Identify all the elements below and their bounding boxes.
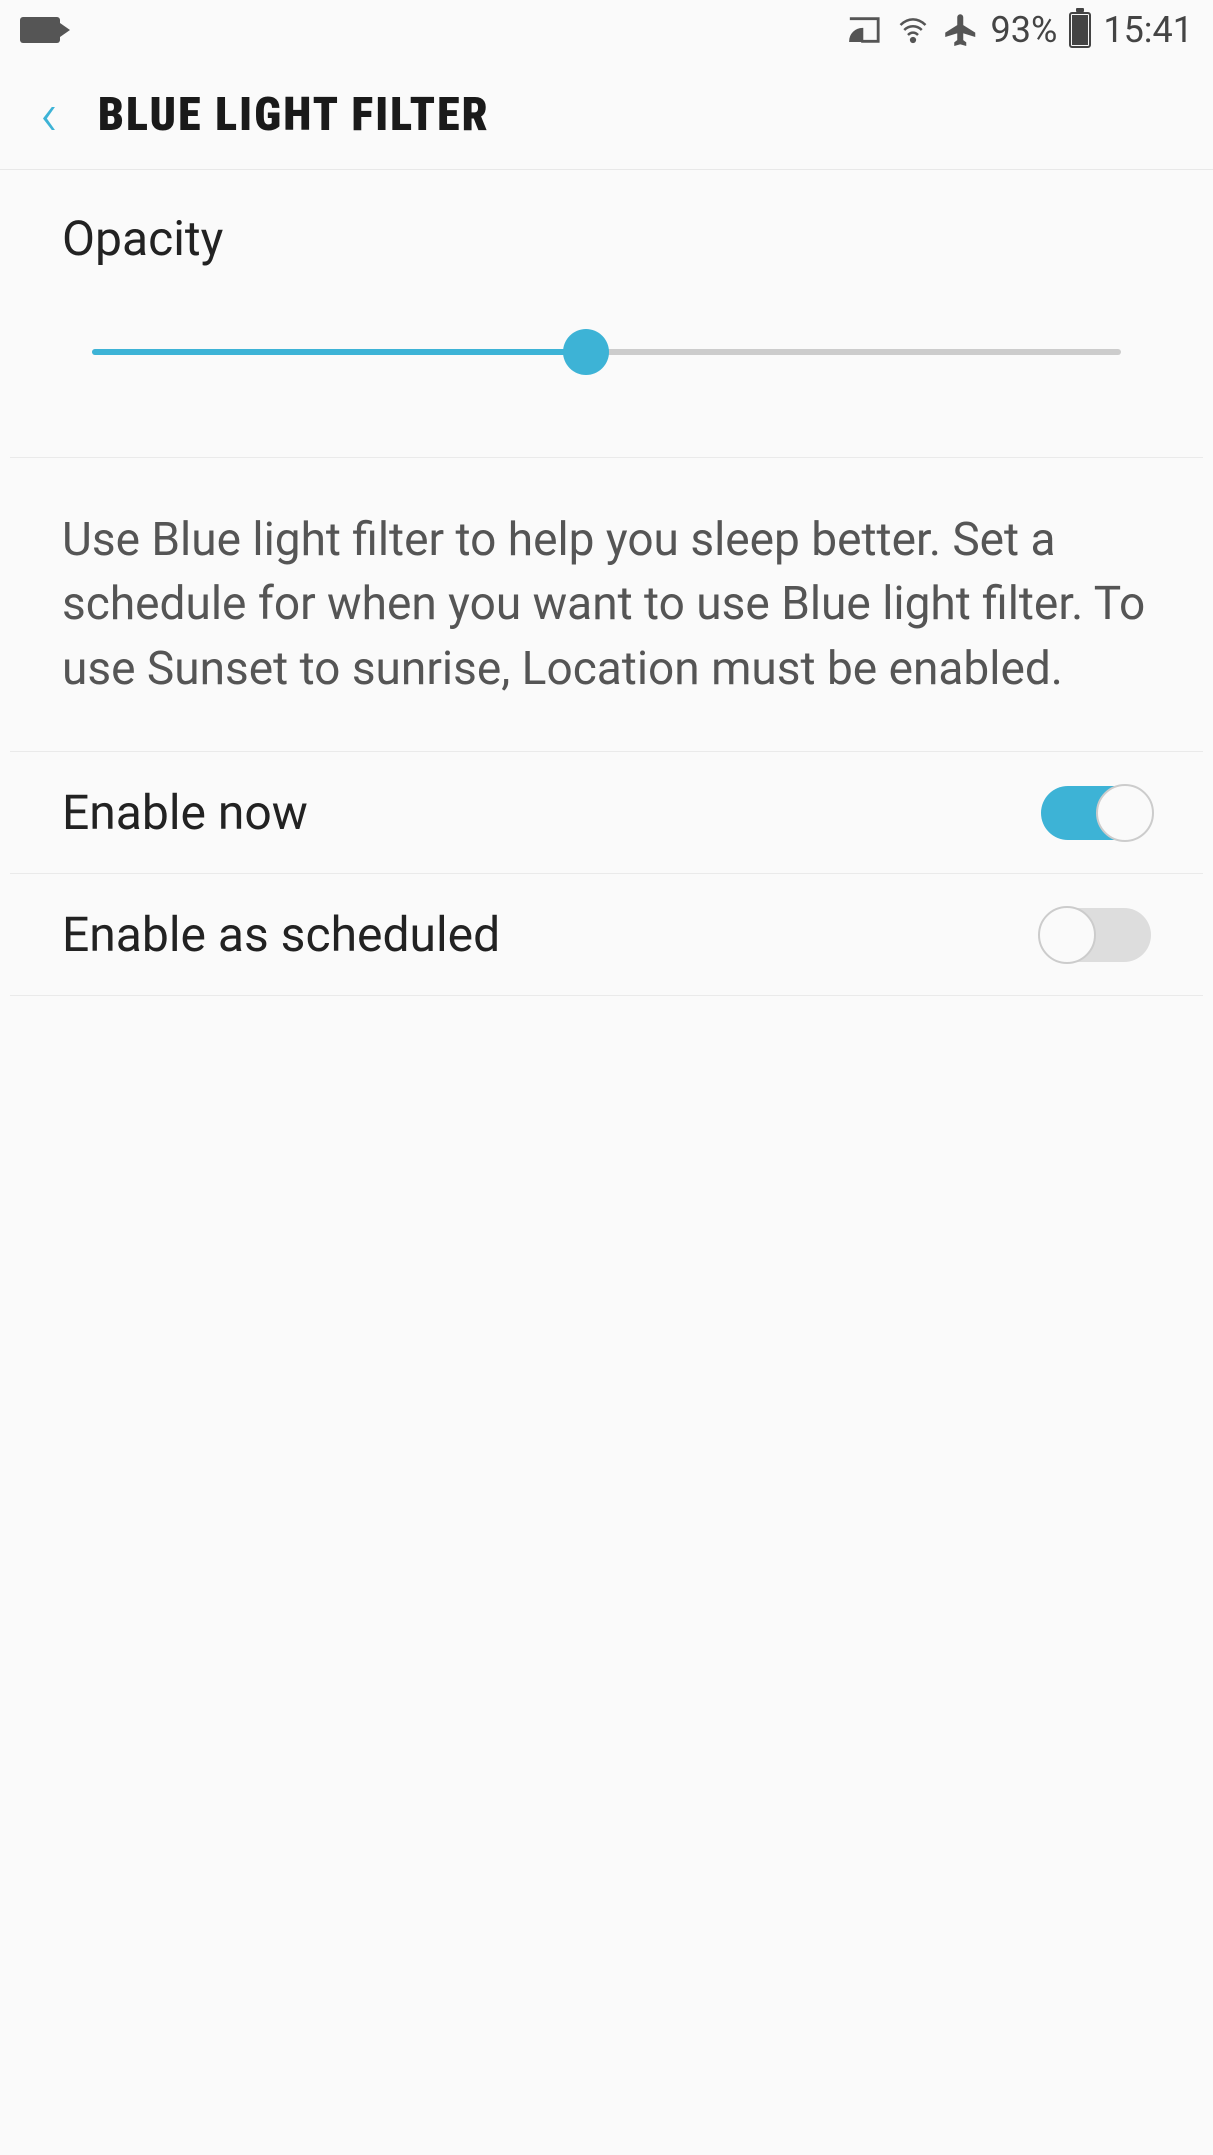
toggle-knob (1096, 784, 1154, 842)
enable-now-row[interactable]: Enable now (10, 752, 1203, 874)
opacity-slider[interactable] (92, 327, 1121, 377)
enable-now-label: Enable now (62, 784, 308, 841)
back-icon[interactable]: ‹ (40, 85, 58, 145)
video-camera-icon (20, 17, 60, 43)
status-right: 93% 15:41 (845, 9, 1194, 51)
enable-now-toggle[interactable] (1041, 786, 1151, 840)
toggle-knob (1038, 906, 1096, 964)
description-text: Use Blue light filter to help you sleep … (10, 458, 1203, 752)
battery-percent: 93% (991, 9, 1058, 51)
page-title: BLUE LIGHT FILTER (98, 88, 490, 142)
slider-fill (92, 349, 586, 355)
app-header: ‹ BLUE LIGHT FILTER (0, 60, 1213, 170)
battery-icon (1069, 12, 1091, 48)
opacity-section: Opacity (10, 170, 1203, 458)
opacity-label: Opacity (62, 210, 1151, 267)
enable-scheduled-label: Enable as scheduled (62, 906, 500, 963)
slider-thumb[interactable] (563, 329, 609, 375)
wifi-icon (895, 15, 931, 45)
cast-icon (845, 13, 883, 47)
airplane-icon (943, 12, 979, 48)
status-bar: 93% 15:41 (0, 0, 1213, 60)
enable-scheduled-toggle[interactable] (1041, 908, 1151, 962)
enable-scheduled-row[interactable]: Enable as scheduled (10, 874, 1203, 996)
status-left (20, 17, 60, 43)
clock-time: 15:41 (1103, 9, 1193, 51)
